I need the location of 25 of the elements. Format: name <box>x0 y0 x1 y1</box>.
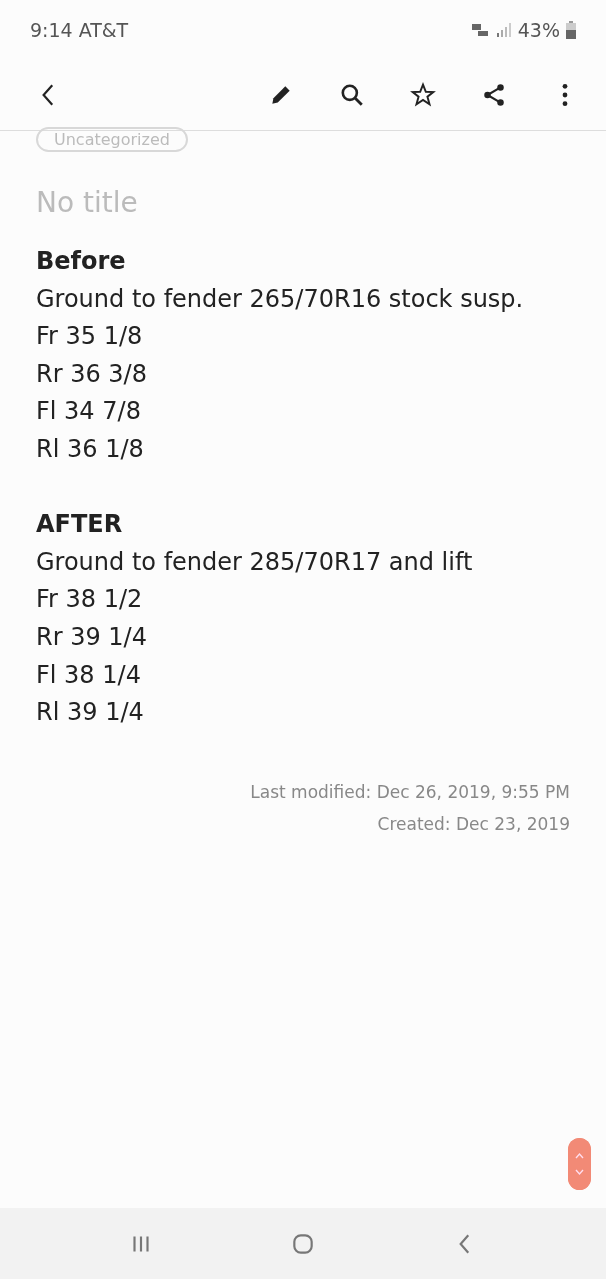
carrier: AT&T <box>78 19 129 41</box>
battery-icon <box>566 21 576 39</box>
note-line: Rr 39 1/4 <box>36 621 148 653</box>
scroll-handle[interactable] <box>568 1138 591 1190</box>
note-line: Ground to fender 285/70R17 and lift <box>36 546 474 578</box>
note-line: Fl 38 1/4 <box>36 659 142 691</box>
title-placeholder[interactable]: No title <box>36 186 570 219</box>
clock: 9:14 <box>30 19 73 41</box>
search-icon[interactable] <box>339 82 365 108</box>
note-line: Rl 39 1/4 <box>36 697 145 729</box>
note-line: Rl 36 1/8 <box>36 433 145 465</box>
note-line: Fr 38 1/2 <box>36 584 144 616</box>
note-line: Fr 35 1/8 <box>36 321 144 353</box>
category-chip[interactable]: Uncategorized <box>36 127 188 152</box>
note-line: Rr 36 3/8 <box>36 358 148 390</box>
section-heading: AFTER <box>36 509 124 541</box>
share-icon[interactable] <box>481 82 507 108</box>
created-text: Created: Dec 23, 2019 <box>377 812 570 836</box>
note-line: Ground to fender 265/70R16 stock susp. <box>36 283 525 315</box>
signal-icon <box>495 22 512 38</box>
battery-level: 43% <box>517 19 560 41</box>
section-heading: Before <box>36 246 127 277</box>
star-icon[interactable] <box>410 82 436 108</box>
last-modified-text: Last modified: Dec 26, 2019, 9:55 PM <box>250 780 570 804</box>
note-line: Fl 34 7/8 <box>36 396 142 428</box>
